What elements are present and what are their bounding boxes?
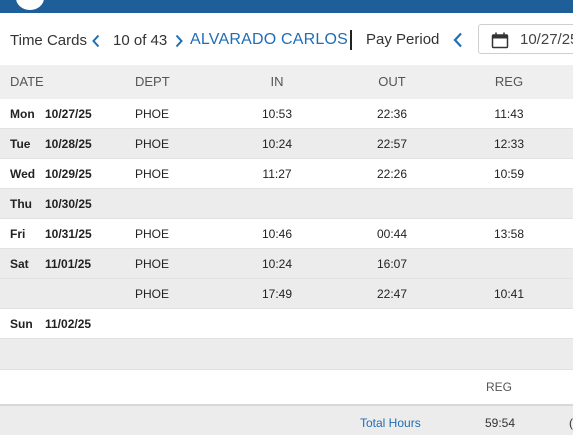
table-row[interactable]: Sat 11/01/25 PHOE 10:24 16:07	[0, 249, 573, 279]
timecard-table-body: Mon 10/27/25 PHOE 10:53 22:36 11:43 Tue …	[0, 99, 573, 339]
row-dept: PHOE	[135, 257, 170, 271]
row-date: 10/29/25	[45, 167, 92, 181]
column-header-row: DATE DEPT IN OUT REG	[0, 65, 573, 99]
chevron-right-icon	[175, 34, 183, 48]
row-out-punch[interactable]: 22:36	[377, 107, 407, 121]
row-out-punch[interactable]: 22:26	[377, 167, 407, 181]
row-date: 10/28/25	[45, 137, 92, 151]
row-reg-hours: 10:41	[493, 287, 525, 301]
total-overflow-value: (	[569, 416, 573, 430]
row-reg-hours: 10:59	[493, 167, 525, 181]
pay-period-label: Pay Period	[366, 31, 440, 48]
row-date: 11/01/25	[45, 257, 92, 271]
row-in-punch[interactable]: 11:27	[262, 167, 291, 181]
col-out-header[interactable]: OUT	[378, 74, 405, 89]
pay-period-date-value: 10/27/25	[520, 31, 573, 48]
row-out-punch[interactable]: 16:07	[377, 257, 407, 271]
row-reg-hours: 12:33	[493, 137, 525, 151]
summary-reg-header: REG	[485, 380, 513, 394]
row-out-punch[interactable]: 00:44	[377, 227, 407, 241]
table-row[interactable]: Fri 10/31/25 PHOE 10:46 00:44 13:58	[0, 219, 573, 249]
table-row[interactable]: PHOE 17:49 22:47 10:41	[0, 279, 573, 309]
summary-header-row: REG	[0, 369, 573, 404]
timecard-header: Time Cards 10 of 43 ALVARADO CARLOS Pay …	[0, 13, 573, 65]
empty-row	[0, 339, 573, 369]
row-in-punch[interactable]: 10:24	[262, 137, 292, 151]
row-reg-hours: 11:43	[494, 107, 524, 121]
row-date: 10/27/25	[45, 107, 92, 121]
row-date: 10/31/25	[45, 227, 92, 241]
avatar[interactable]	[16, 0, 44, 10]
row-out-punch[interactable]: 22:57	[377, 137, 407, 151]
row-out-punch[interactable]: 22:47	[377, 287, 407, 301]
totals-row: Total Hours 59:54 (	[0, 404, 573, 435]
row-in-punch[interactable]: 17:49	[262, 287, 292, 301]
table-row[interactable]: Thu 10/30/25	[0, 189, 573, 219]
row-day: Fri	[10, 227, 26, 241]
row-in-punch[interactable]: 10:53	[262, 107, 292, 121]
section-title: Time Cards	[10, 32, 87, 49]
total-reg-hours: 59:54	[484, 416, 516, 430]
row-date: 11/02/25	[45, 317, 92, 331]
row-day: Thu	[10, 197, 32, 211]
row-dept: PHOE	[135, 167, 170, 181]
row-dept: PHOE	[135, 227, 170, 241]
chevron-left-icon	[92, 34, 100, 48]
row-day: Mon	[10, 107, 35, 121]
col-reg-header[interactable]: REG	[495, 74, 523, 89]
row-day: Sun	[10, 317, 33, 331]
row-dept: PHOE	[135, 137, 170, 151]
row-reg-hours: 13:58	[493, 227, 525, 241]
header-divider	[350, 30, 352, 50]
app-top-bar	[0, 0, 573, 13]
row-in-punch[interactable]: 10:24	[262, 257, 292, 271]
row-dept: PHOE	[135, 107, 170, 121]
pay-period-date-picker[interactable]: 10/27/25	[478, 24, 573, 54]
total-hours-label[interactable]: Total Hours	[360, 416, 421, 430]
table-row[interactable]: Tue 10/28/25 PHOE 10:24 22:57 12:33	[0, 129, 573, 159]
row-dept: PHOE	[135, 287, 170, 301]
employee-counter: 10 of 43	[113, 32, 168, 49]
col-in-header[interactable]: IN	[271, 74, 284, 89]
chevron-left-icon	[453, 32, 462, 48]
employee-name-link[interactable]: ALVARADO CARLOS	[190, 31, 348, 49]
row-in-punch[interactable]: 10:46	[262, 227, 292, 241]
row-day: Sat	[10, 257, 29, 271]
table-row[interactable]: Sun 11/02/25	[0, 309, 573, 339]
col-date-header[interactable]: DATE	[10, 74, 44, 89]
row-date: 10/30/25	[45, 197, 92, 211]
table-row[interactable]: Wed 10/29/25 PHOE 11:27 22:26 10:59	[0, 159, 573, 189]
row-day: Wed	[10, 167, 36, 181]
table-row[interactable]: Mon 10/27/25 PHOE 10:53 22:36 11:43	[0, 99, 573, 129]
col-dept-header[interactable]: DEPT	[135, 74, 170, 89]
row-day: Tue	[10, 137, 31, 151]
